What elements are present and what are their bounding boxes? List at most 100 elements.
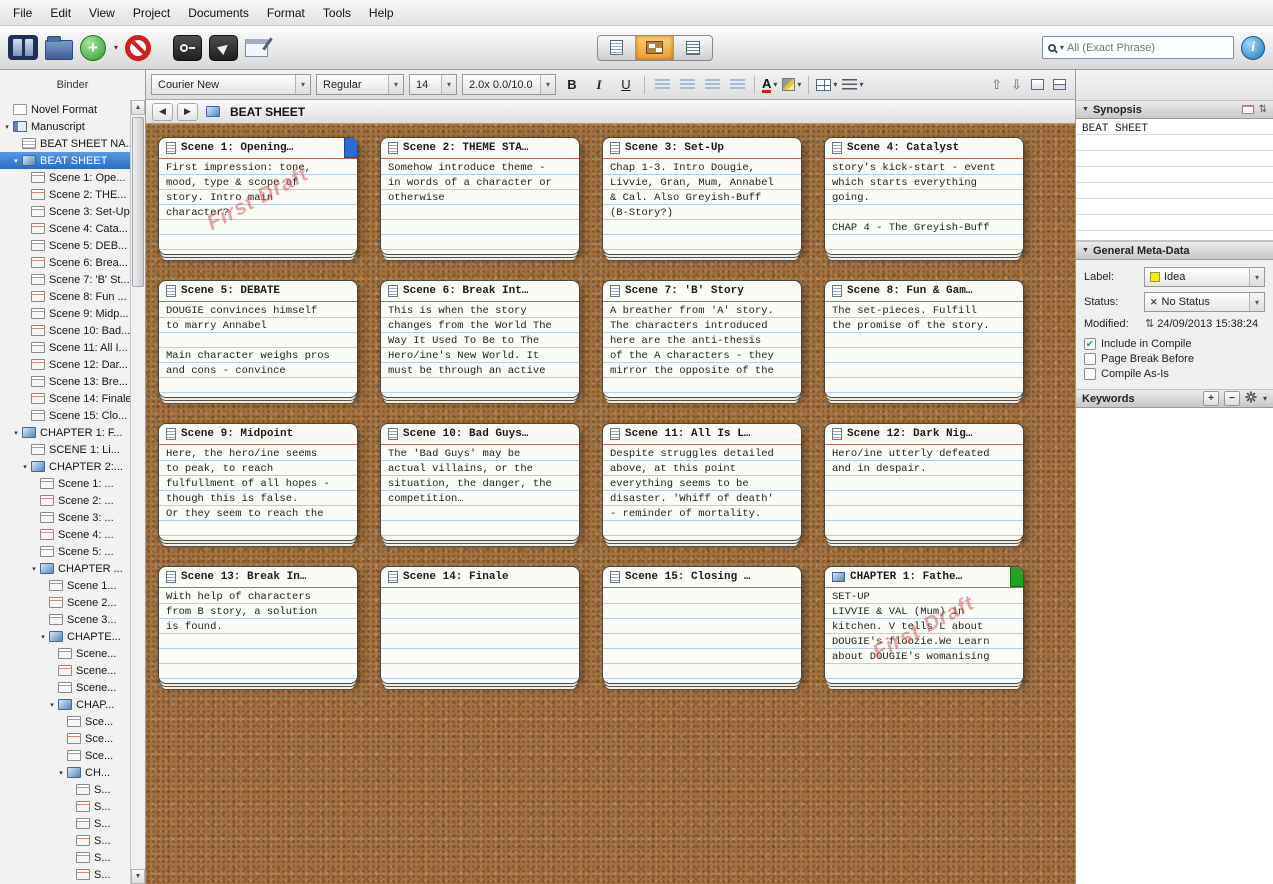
binder-item[interactable]: Scene 15: Clo... [0,407,130,424]
menu-item-format[interactable]: Format [258,0,314,25]
index-card[interactable]: Scene 6: Break Int… This is when the stor… [380,280,580,398]
binder-item[interactable]: S... [0,781,130,798]
binder-item[interactable]: Scene 9: Midp... [0,305,130,322]
search-input[interactable] [1067,41,1229,54]
remove-keyword-button[interactable]: − [1223,391,1240,406]
align-left-button[interactable] [652,75,672,95]
binder-item[interactable]: Scene... [0,645,130,662]
dropdown-arrow-icon[interactable]: ▾ [388,75,403,94]
compose-mode-button[interactable] [173,34,203,61]
search-options-arrow-icon[interactable]: ▾ [1060,43,1064,52]
fullscreen-button[interactable] [209,34,239,61]
dropdown-arrow-icon[interactable]: ▾ [859,80,863,89]
binder-item[interactable]: Scene 5: ... [0,543,130,560]
view-mode-outliner-button[interactable] [674,36,712,60]
binder-item[interactable]: ▾ CH... [0,764,130,781]
index-card[interactable]: Scene 9: Midpoint Here, the hero/ine seem… [158,423,358,541]
binder-item[interactable]: Scene 5: DEB... [0,237,130,254]
expand-arrow-icon[interactable]: ▾ [56,769,66,777]
binder-item[interactable]: BEAT SHEET NA... [0,135,130,152]
highlight-button[interactable]: ▾ [782,78,801,91]
binder-item[interactable]: Scene 1: ... [0,475,130,492]
binder-item[interactable]: Scene 4: ... [0,526,130,543]
dropdown-arrow-icon[interactable]: ▾ [773,80,777,89]
binder-item[interactable]: ▾ Manuscript [0,118,130,135]
binder-item[interactable]: Scene... [0,679,130,696]
menu-item-view[interactable]: View [80,0,124,25]
inspector-toggle-button[interactable]: i [1241,35,1266,60]
checkbox[interactable] [1084,368,1096,380]
dropdown-arrow-icon[interactable]: ▾ [1249,268,1264,286]
italic-button[interactable]: I [588,75,610,95]
dropdown-arrow-icon[interactable]: ▾ [441,75,456,94]
binder-item[interactable]: Sce... [0,730,130,747]
checkbox[interactable] [1084,353,1096,365]
checkbox-row[interactable]: ✔ Include in Compile [1084,338,1265,350]
index-card[interactable]: Scene 14: Finale [380,566,580,684]
align-justify-button[interactable] [727,75,747,95]
nav-down-icon[interactable]: ⇩ [1011,77,1022,93]
single-pane-icon[interactable] [1031,79,1044,90]
binder-item[interactable]: S... [0,849,130,866]
expand-arrow-icon[interactable]: ▾ [11,429,21,437]
binder-item[interactable]: ▾ CHAPTER 1: F... [0,424,130,441]
dropdown-arrow-icon[interactable]: ▾ [833,80,837,89]
text-color-button[interactable]: A ▾ [762,77,777,93]
binder-item[interactable]: Scene... [0,662,130,679]
binder-item[interactable]: Sce... [0,713,130,730]
synopsis-card-icon[interactable] [1241,105,1254,114]
dropdown-arrow-icon[interactable]: ▾ [797,80,801,89]
binder-toggle-button[interactable] [8,35,38,60]
dropdown-arrow-icon[interactable]: ▾ [540,75,555,94]
binder-item[interactable]: Scene 14: Finale [0,390,130,407]
name-generator-button[interactable] [245,38,269,57]
split-pane-icon[interactable] [1053,79,1066,90]
binder-item[interactable]: Scene 1: Ope... [0,169,130,186]
binder-item[interactable]: Scene 2: THE... [0,186,130,203]
binder-item[interactable]: ▾ CHAPTE... [0,628,130,645]
corkboard[interactable]: Scene 1: Opening… First impression: tone,… [146,124,1075,884]
binder-item[interactable]: Scene 12: Dar... [0,356,130,373]
font-size-select[interactable]: 14 ▾ [409,74,457,95]
scroll-down-button[interactable]: ▼ [131,869,145,884]
dropdown-arrow-icon[interactable]: ▾ [1249,293,1264,311]
dropdown-arrow-icon[interactable]: ▾ [1263,394,1267,403]
index-card[interactable]: Scene 15: Closing … [602,566,802,684]
menu-item-tools[interactable]: Tools [314,0,360,25]
dropdown-arrow-icon[interactable]: ▾ [295,75,310,94]
scrollbar-track[interactable] [131,115,145,869]
expand-arrow-icon[interactable]: ▾ [29,565,39,573]
binder-item[interactable]: S... [0,866,130,883]
binder-item[interactable]: Scene 6: Brea... [0,254,130,271]
index-card[interactable]: Scene 3: Set-Up Chap 1-3. Intro Dougie, L… [602,137,802,255]
open-project-button[interactable] [45,35,73,60]
align-center-button[interactable] [677,75,697,95]
project-search-box[interactable]: ▾ [1042,36,1235,59]
add-item-button[interactable]: + [80,34,106,61]
binder-item[interactable]: ▾ CHAP... [0,696,130,713]
view-mode-corkboard-button[interactable] [636,35,675,60]
back-button[interactable]: ◀ [152,102,173,121]
menu-item-edit[interactable]: Edit [41,0,80,25]
binder-item[interactable]: Scene 3... [0,611,130,628]
menu-item-file[interactable]: File [4,0,41,25]
view-mode-document-button[interactable] [598,35,637,60]
binder-item[interactable]: S... [0,832,130,849]
trash-button[interactable] [125,34,152,61]
keywords-section-header[interactable]: Keywords + − ▾ [1076,389,1273,408]
binder-item[interactable]: S... [0,798,130,815]
index-card[interactable]: Scene 2: THEME STA… Somehow introduce the… [380,137,580,255]
binder-item[interactable]: ▾ CHAPTER 2:... [0,458,130,475]
scroll-up-button[interactable]: ▲ [131,100,145,115]
index-card[interactable]: Scene 7: 'B' Story A breather from 'A' st… [602,280,802,398]
nav-up-icon[interactable]: ⇧ [991,77,1002,93]
checkbox-row[interactable]: Compile As-Is [1084,368,1265,380]
scrollbar-thumb[interactable] [132,117,144,287]
binder-item[interactable]: Scene 3: Set-Up [0,203,130,220]
checkbox-row[interactable]: Page Break Before [1084,353,1265,365]
collapse-arrow-icon[interactable]: ▼ [1082,247,1089,254]
index-card[interactable]: Scene 11: All Is L… Despite struggles det… [602,423,802,541]
binder-item[interactable]: Scene 13: Bre... [0,373,130,390]
binder-item[interactable]: SCENE 1: Li... [0,441,130,458]
metadata-section-header[interactable]: ▼ General Meta-Data [1076,241,1273,260]
